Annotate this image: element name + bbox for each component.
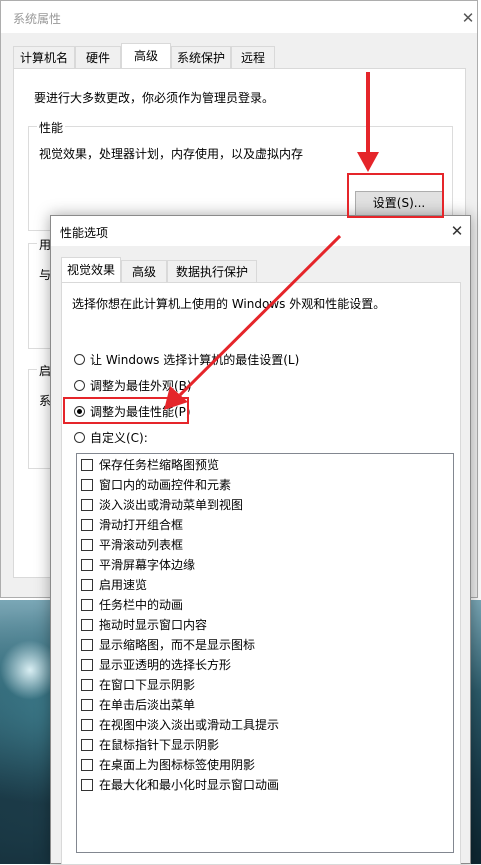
tab-data-execution-prevention[interactable]: 数据执行保护 [167,260,257,282]
visual-effects-list[interactable]: 保存任务栏缩略图预览 窗口内的动画控件和元素 淡入淡出或滑动菜单到视图 滑动打开… [76,453,454,853]
checkbox[interactable] [81,678,93,691]
tab-remote[interactable]: 远程 [231,46,275,68]
checkbox[interactable] [81,778,93,791]
list-item[interactable]: 在鼠标指针下显示阴影 [81,735,219,755]
list-item-label: 窗口内的动画控件和元素 [99,478,232,492]
visual-effects-panel: 选择你想在此计算机上使用的 Windows 外观和性能设置。 让 Windows… [61,282,461,865]
list-item[interactable]: 平滑屏幕字体边缘 [81,555,195,575]
list-item-label: 平滑滚动列表框 [99,538,184,552]
list-item[interactable]: 在桌面上为图标标签使用阴影 [81,755,255,775]
radio-button [74,432,85,443]
list-item-label: 在窗口下显示阴影 [99,678,196,692]
list-item[interactable]: 显示亚透明的选择长方形 [81,655,231,675]
list-item-label: 在视图中淡入淡出或滑动工具提示 [99,718,280,732]
radio-label: 让 Windows 选择计算机的最佳设置(L) [90,353,300,367]
checkbox[interactable] [81,638,93,651]
radio-button [74,380,85,391]
checkbox[interactable] [81,618,93,631]
list-item-label: 拖动时显示窗口内容 [99,618,208,632]
checkbox[interactable] [81,698,93,711]
radio-best-appearance[interactable]: 调整为最佳外观(B) [74,377,192,395]
list-item[interactable]: 在最大化和最小化时显示窗口动画 [81,775,279,795]
list-item[interactable]: 淡入淡出或滑动菜单到视图 [81,495,243,515]
list-item[interactable]: 窗口内的动画控件和元素 [81,475,231,495]
checkbox[interactable] [81,758,93,771]
checkbox[interactable] [81,558,93,571]
checkbox[interactable] [81,718,93,731]
list-item[interactable]: 在窗口下显示阴影 [81,675,195,695]
list-item-label: 任务栏中的动画 [99,598,184,612]
close-icon[interactable]: ✕ [460,10,476,26]
radio-label: 调整为最佳外观(B) [90,379,192,393]
list-item-label: 启用速览 [99,578,148,592]
checkbox[interactable] [81,658,93,671]
list-item[interactable]: 保存任务栏缩略图预览 [81,455,219,475]
list-item-label: 显示缩略图，而不是显示图标 [99,638,256,652]
performance-group-label: 性能 [37,119,66,136]
performance-settings-button[interactable]: 设置(S)... [355,191,443,216]
checkbox[interactable] [81,738,93,751]
list-item-label: 保存任务栏缩略图预览 [99,458,220,472]
list-item[interactable]: 拖动时显示窗口内容 [81,615,207,635]
checkbox[interactable] [81,478,93,491]
tab-system-protection[interactable]: 系统保护 [171,46,231,68]
performance-options-titlebar: 性能选项 ✕ [51,216,470,246]
list-item-label: 平滑屏幕字体边缘 [99,558,196,572]
tab-advanced[interactable]: 高级 [121,260,167,282]
checkbox[interactable] [81,498,93,511]
list-item-label: 在最大化和最小化时显示窗口动画 [99,778,280,792]
tab-advanced[interactable]: 高级 [121,43,171,68]
admin-notice: 要进行大多数更改，你必须作为管理员登录。 [34,91,275,105]
radio-best-performance[interactable]: 调整为最佳性能(P) [74,403,191,421]
performance-options-title: 性能选项 [60,226,109,240]
tab-computer-name[interactable]: 计算机名 [13,46,75,68]
radio-button [74,354,85,365]
list-item-label: 淡入淡出或滑动菜单到视图 [99,498,244,512]
checkbox[interactable] [81,578,93,591]
checkbox[interactable] [81,538,93,551]
radio-label: 调整为最佳性能(P) [90,405,191,419]
checkbox[interactable] [81,598,93,611]
list-item[interactable]: 显示缩略图，而不是显示图标 [81,635,255,655]
tab-visual-effects[interactable]: 视觉效果 [61,257,121,282]
tab-hardware[interactable]: 硬件 [75,46,121,68]
list-item[interactable]: 在单击后淡出菜单 [81,695,195,715]
list-item-label: 显示亚透明的选择长方形 [99,658,232,672]
radio-let-windows-choose[interactable]: 让 Windows 选择计算机的最佳设置(L) [74,351,299,369]
radio-custom[interactable]: 自定义(C): [74,429,148,447]
visual-effects-instruction: 选择你想在此计算机上使用的 Windows 外观和性能设置。 [72,297,386,311]
radio-button-checked [74,406,85,417]
list-item-label: 在单击后淡出菜单 [99,698,196,712]
list-item-label: 在桌面上为图标标签使用阴影 [99,758,256,772]
list-item[interactable]: 在视图中淡入淡出或滑动工具提示 [81,715,279,735]
list-item-label: 滑动打开组合框 [99,518,184,532]
radio-label: 自定义(C): [90,431,148,445]
list-item[interactable]: 任务栏中的动画 [81,595,183,615]
list-item-label: 在鼠标指针下显示阴影 [99,738,220,752]
checkbox[interactable] [81,458,93,471]
close-icon[interactable]: ✕ [449,223,465,239]
performance-description: 视觉效果，处理器计划，内存使用，以及虚拟内存 [39,147,304,161]
checkbox[interactable] [81,518,93,531]
list-item[interactable]: 滑动打开组合框 [81,515,183,535]
list-item[interactable]: 平滑滚动列表框 [81,535,183,555]
system-properties-titlebar: 系统属性 ✕ [1,1,477,33]
system-properties-title: 系统属性 [13,12,62,26]
list-item[interactable]: 启用速览 [81,575,147,595]
performance-options-window: 性能选项 ✕ 视觉效果 高级 数据执行保护 选择你想在此计算机上使用的 Wind… [50,215,471,865]
